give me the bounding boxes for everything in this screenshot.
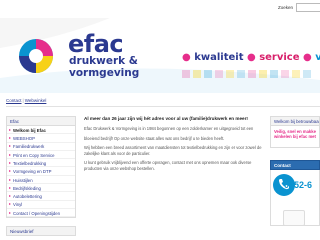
contact-box: 0252-6 bbox=[270, 170, 320, 226]
sidebar-menu: Welkom bij Efac WEBSHOP Familiedrukwerk … bbox=[6, 126, 76, 219]
top-bar: Zoeken bbox=[0, 0, 320, 18]
brand-name: efac bbox=[68, 30, 124, 58]
divider bbox=[6, 106, 320, 107]
sidebar-item-bedrijfskleding[interactable]: Bedrijfskleding bbox=[7, 184, 75, 193]
intro-paragraph-2: bloeiend bedrijf! Op onze website staat … bbox=[84, 135, 225, 141]
breadcrumb-contact[interactable]: Contact bbox=[6, 98, 22, 103]
promo-box: Veilig, snel en makkelijk winkelen bij e… bbox=[270, 126, 320, 148]
google-badge-icon bbox=[283, 210, 305, 226]
breadcrumb-webwinkel[interactable]: Webwinkel bbox=[25, 98, 47, 103]
promo-title: Welkom bij betrouwbaar bbox=[270, 116, 320, 126]
sidebar-item-contact[interactable]: Contact / Openingstijden bbox=[7, 209, 75, 218]
promo-line-2: winkelen bij efac met bbox=[274, 134, 316, 140]
page-heading: Al meer dan 26 jaar zijn wij hét adres v… bbox=[84, 116, 248, 121]
tagline-word-3: voorde bbox=[315, 52, 320, 63]
right-column: Welkom bij betrouwbaar Veilig, snel en m… bbox=[270, 116, 320, 226]
search-input[interactable] bbox=[296, 3, 320, 12]
tagline-word-1: kwaliteit bbox=[194, 52, 244, 63]
sidebar-item-vinyl[interactable]: Vinyl bbox=[7, 201, 75, 209]
search-label: Zoeken bbox=[278, 5, 294, 10]
sidebar-item-textielbedrukking[interactable]: Textielbedrukking bbox=[7, 159, 75, 168]
share-buttons bbox=[84, 233, 124, 240]
sidebar-item-autobelettering[interactable]: Autobelettering bbox=[7, 192, 75, 201]
contact-title: Contact bbox=[270, 160, 320, 170]
brand-subtitle-1: drukwerk & bbox=[69, 55, 138, 67]
intro-paragraph-4: U kunt gebruik vrijblijvend een offerte … bbox=[84, 160, 252, 171]
newsletter-title: Nieuwsbrief bbox=[6, 226, 76, 237]
tagline-word-2: service bbox=[259, 52, 300, 63]
intro-paragraph-3: Wij hebben een breed assortiment van maa… bbox=[84, 145, 262, 156]
sidebar-item-huisstijlen[interactable]: Huisstijlen bbox=[7, 176, 75, 185]
main-content: Al meer dan 26 jaar zijn wij hét adres v… bbox=[84, 116, 269, 176]
site-header: efac drukwerk & vormgeving ● kwaliteit ●… bbox=[0, 18, 320, 93]
sidebar-item-welkom[interactable]: Welkom bij Efac bbox=[7, 126, 75, 135]
breadcrumb: Contact|Webwinkel bbox=[6, 98, 47, 103]
intro-paragraph-1: Efac Drukwerk & Vormgeving is in 1984 be… bbox=[84, 126, 254, 131]
sidebar-title: Efac bbox=[6, 116, 76, 126]
tagline: ● kwaliteit ● service ● voorde bbox=[182, 52, 320, 63]
sidebar-item-vormgeving[interactable]: Vormgeving en DTP bbox=[7, 167, 75, 176]
sidebar: Efac Welkom bij Efac WEBSHOP Familiedruk… bbox=[6, 116, 76, 237]
sidebar-item-familiedrukwerk[interactable]: Familiedrukwerk bbox=[7, 143, 75, 151]
brand-subtitle-2: vormgeving bbox=[69, 67, 140, 79]
sidebar-item-print-copy[interactable]: Print en Copy Service bbox=[7, 151, 75, 160]
sidebar-item-webshop[interactable]: WEBSHOP bbox=[7, 134, 75, 143]
phone-number[interactable]: 0252-6 bbox=[284, 180, 312, 190]
efac-logo-icon bbox=[19, 39, 53, 73]
